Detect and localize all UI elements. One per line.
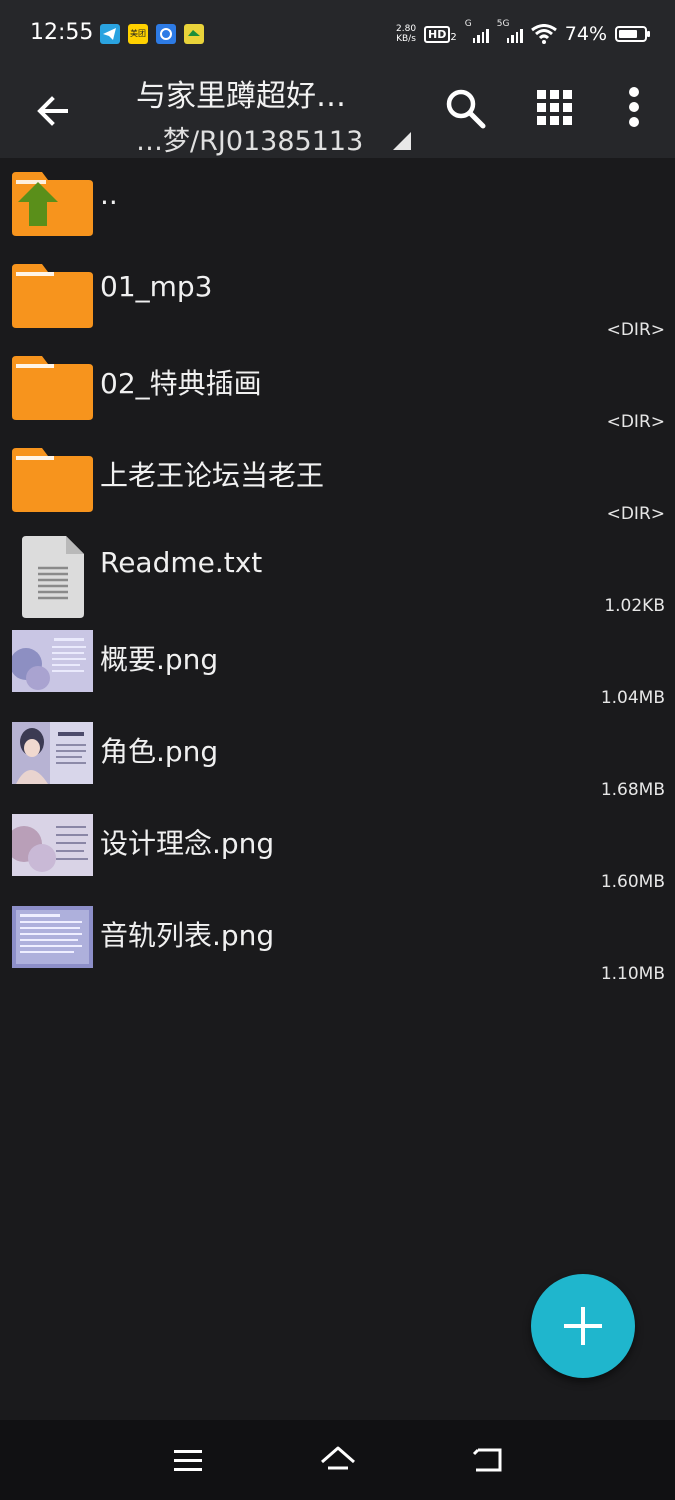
- list-item-file[interactable]: 角色.png 1.68MB: [0, 714, 675, 806]
- image-thumbnail: [12, 630, 93, 692]
- status-indicators: 2.80 KB/s HD 2 G 5G 74%: [396, 19, 650, 48]
- network-speed: 2.80 KB/s: [396, 24, 417, 44]
- list-item-parent[interactable]: ..: [0, 162, 675, 254]
- wifi-icon: [530, 24, 557, 44]
- file-name: 上老王论坛当老王: [100, 459, 325, 492]
- list-item-file[interactable]: 音轨列表.png 1.10MB: [0, 898, 675, 990]
- menu-button[interactable]: [166, 1440, 210, 1480]
- file-name: 02_特典插画: [100, 367, 262, 400]
- file-name: 设计理念.png: [100, 827, 275, 860]
- file-name: 角色.png: [100, 735, 219, 768]
- back-nav-button[interactable]: [466, 1440, 510, 1480]
- search-icon: [446, 89, 486, 129]
- app-green-icon: [184, 24, 204, 44]
- list-item-folder[interactable]: 上老王论坛当老王 <DIR>: [0, 438, 675, 530]
- image-thumbnail: [12, 722, 93, 784]
- signal-icon-2: 5G: [497, 19, 523, 43]
- hd-voice-badge: HD 2: [424, 25, 457, 43]
- list-item-folder[interactable]: 01_mp3 <DIR>: [0, 254, 675, 346]
- file-meta: 1.04MB: [600, 688, 665, 708]
- more-vert-icon: [629, 87, 639, 127]
- file-list: .. 01_mp3 <DIR> 02_特典插画 <DIR> 上老王论坛当老王 <…: [0, 162, 675, 990]
- search-button[interactable]: [440, 83, 490, 133]
- folder-icon: [12, 356, 93, 420]
- parent-folder-icon: [12, 172, 93, 236]
- file-meta: <DIR>: [606, 320, 665, 340]
- navigation-bar: [0, 1420, 675, 1500]
- arrow-left-icon: [37, 96, 68, 126]
- back-button[interactable]: [30, 88, 76, 134]
- file-meta: 1.02KB: [604, 596, 665, 616]
- file-meta: <DIR>: [606, 412, 665, 432]
- file-meta: <DIR>: [606, 504, 665, 524]
- file-meta: 1.10MB: [600, 964, 665, 984]
- file-name: ..: [100, 178, 118, 211]
- image-thumbnail: [12, 814, 93, 876]
- grid-view-button[interactable]: [530, 83, 580, 133]
- file-name: 音轨列表.png: [100, 919, 275, 952]
- text-file-icon: [22, 536, 84, 618]
- signal-icon-1: G: [465, 19, 489, 43]
- status-bar: 12:55 美团 2.80 KB/s HD 2 G 5G 74%: [0, 0, 675, 68]
- telegram-icon: [100, 24, 120, 44]
- image-thumbnail: [12, 906, 93, 968]
- file-name: 概要.png: [100, 643, 219, 676]
- battery-percent: 74%: [564, 23, 607, 45]
- back-nav-icon: [472, 1448, 502, 1472]
- file-name: Readme.txt: [100, 546, 263, 579]
- file-meta: 1.60MB: [600, 872, 665, 892]
- app-bar: 与家里蹲超好… …梦/RJ01385113: [0, 68, 675, 158]
- dropdown-triangle-icon[interactable]: [393, 132, 411, 150]
- battery-icon: [615, 26, 650, 42]
- list-item-file[interactable]: 设计理念.png 1.60MB: [0, 806, 675, 898]
- meituan-icon: 美团: [128, 24, 148, 44]
- add-button[interactable]: [531, 1274, 635, 1378]
- folder-title: 与家里蹲超好…: [136, 79, 346, 114]
- home-button[interactable]: [316, 1440, 360, 1480]
- folder-icon: [12, 264, 93, 328]
- grid-icon: [537, 90, 572, 125]
- file-name: 01_mp3: [100, 270, 213, 303]
- title-block[interactable]: 与家里蹲超好… …梦/RJ01385113: [136, 71, 426, 158]
- folder-icon: [12, 448, 93, 512]
- list-item-folder[interactable]: 02_特典插画 <DIR>: [0, 346, 675, 438]
- status-time: 12:55: [30, 20, 94, 45]
- folder-path: …梦/RJ01385113: [136, 126, 364, 157]
- more-options-button[interactable]: [614, 83, 654, 133]
- list-item-file[interactable]: Readme.txt 1.02KB: [0, 530, 675, 622]
- list-item-file[interactable]: 概要.png 1.04MB: [0, 622, 675, 714]
- file-meta: 1.68MB: [600, 780, 665, 800]
- app-blue-icon: [156, 24, 176, 44]
- home-icon: [321, 1446, 355, 1470]
- menu-icon: [174, 1450, 202, 1471]
